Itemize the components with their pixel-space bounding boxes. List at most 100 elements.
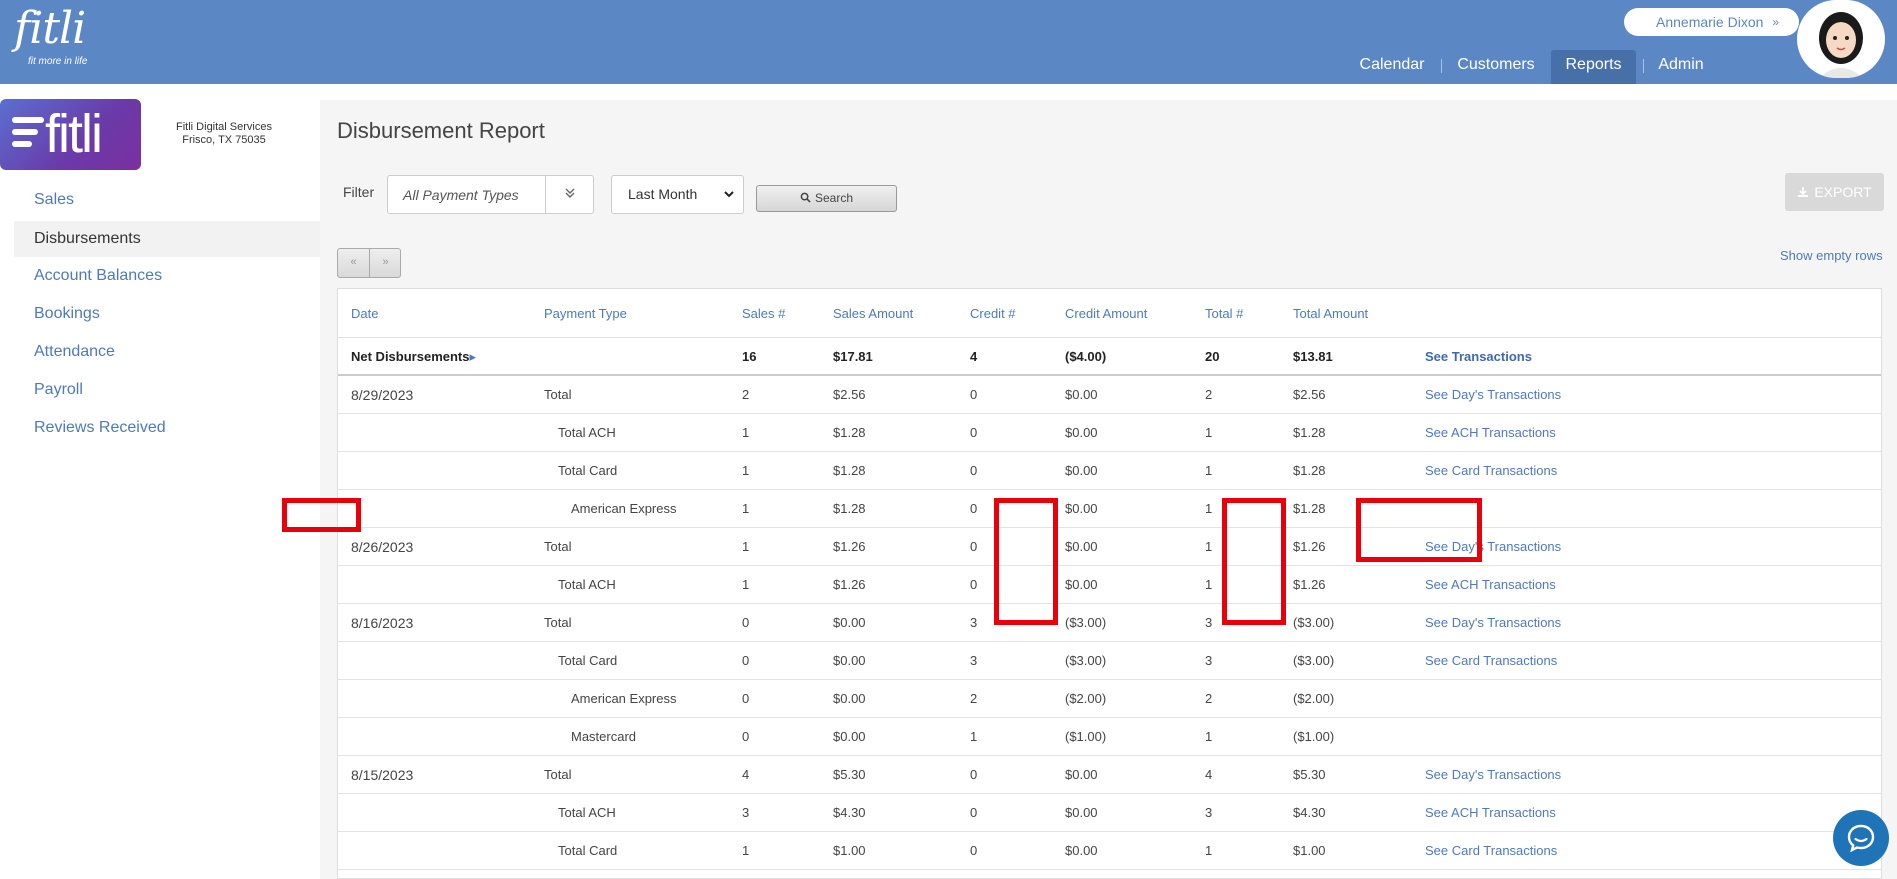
payment-type-select[interactable]: All Payment Types	[387, 175, 594, 214]
nav-reports[interactable]: Reports	[1551, 50, 1636, 84]
header-sales-amount[interactable]: Sales Amount	[833, 289, 913, 338]
credit-amount-cell: $0.00	[1065, 501, 1098, 516]
transactions-link[interactable]: See Day's Transactions	[1425, 528, 1561, 566]
credit-count-cell: 0	[970, 767, 978, 782]
export-button[interactable]: EXPORT	[1785, 173, 1884, 211]
net-total-amount: $13.81	[1293, 349, 1333, 364]
credit-count-cell: 0	[970, 539, 978, 554]
table-row: Total Card 0 $0.00 3 ($3.00) 3 ($3.00) See Card…	[338, 642, 1881, 680]
credit-count-cell: 3	[970, 653, 978, 668]
net-credit-count: 4	[970, 349, 978, 364]
transactions-link[interactable]: See Card Transactions	[1425, 642, 1557, 680]
filter-label: Filter	[343, 184, 375, 200]
search-icon	[800, 192, 811, 203]
table-row: 8/29/2023 Total 2 $2.56 0 $0.00 2 $2.56 See Day'…	[338, 376, 1881, 414]
download-icon	[1798, 187, 1809, 197]
credit-count-cell: 0	[970, 843, 978, 858]
export-label: EXPORT	[1814, 184, 1872, 200]
table-row: American Express 1 $1.28 0 $0.00 1 $1.28	[338, 490, 1881, 528]
sales-amount-cell: $4.30	[833, 805, 866, 820]
payment-type-placeholder: All Payment Types	[403, 187, 519, 203]
transactions-link[interactable]: See ACH Transactions	[1425, 566, 1556, 604]
transactions-link[interactable]: See Day's Transactions	[1425, 376, 1561, 414]
header-date[interactable]: Date	[351, 289, 378, 338]
total-amount-cell: ($3.00)	[1293, 653, 1335, 668]
total-count-cell: 1	[1205, 539, 1213, 554]
credit-amount-cell: $0.00	[1065, 767, 1098, 782]
credit-count-cell: 0	[970, 501, 978, 516]
transactions-link[interactable]: See Card Transactions	[1425, 452, 1557, 490]
sidebar-item-payroll[interactable]: Payroll	[14, 372, 320, 408]
sidebar-item-attendance[interactable]: Attendance	[14, 334, 320, 370]
sidebar-item-account-balances[interactable]: Account Balances	[14, 258, 320, 294]
filter-chevron-icon[interactable]	[545, 176, 593, 213]
sidebar-item-disbursements[interactable]: Disbursements	[14, 221, 320, 257]
payment-type-cell: Total	[544, 615, 572, 630]
user-name: Annemarie Dixon	[1656, 14, 1764, 30]
header-total-count[interactable]: Total #	[1205, 289, 1243, 338]
chat-button[interactable]	[1833, 810, 1889, 866]
see-transactions-link[interactable]: See Transactions	[1425, 338, 1532, 376]
sales-amount-cell: $0.00	[833, 691, 866, 706]
credit-amount-cell: ($3.00)	[1065, 615, 1107, 630]
table-header: Date Payment Type Sales # Sales Amount C…	[338, 289, 1881, 338]
header-total-amount[interactable]: Total Amount	[1293, 289, 1368, 338]
nav-admin[interactable]: Admin	[1652, 50, 1710, 84]
header-sales-count[interactable]: Sales #	[742, 289, 785, 338]
sales-count-cell: 1	[742, 577, 750, 592]
sales-amount-cell: $1.26	[833, 577, 866, 592]
sales-amount-cell: $1.28	[833, 463, 866, 478]
app-logo[interactable]: fitli fit more in life	[14, 3, 87, 68]
sales-count-cell: 0	[742, 653, 750, 668]
sidebar-item-reviews-received[interactable]: Reviews Received	[14, 410, 320, 446]
payment-type-cell: Total Card	[558, 843, 618, 858]
credit-amount-cell: ($1.00)	[1065, 729, 1107, 744]
caret-right-icon: ▸	[469, 349, 477, 364]
net-label: Net Disbursements	[351, 349, 470, 364]
sales-count-cell: 2	[742, 387, 750, 402]
payment-type-cell: Total	[544, 387, 572, 402]
payment-type-cell: Total ACH	[558, 805, 616, 820]
nav-customers[interactable]: Customers	[1452, 50, 1540, 84]
payment-type-cell: Total ACH	[558, 425, 616, 440]
nav-divider	[1441, 59, 1442, 73]
sidebar-item-sales[interactable]: Sales	[14, 182, 320, 218]
transactions-link[interactable]: See Card Transactions	[1425, 832, 1557, 870]
nav-calendar[interactable]: Calendar	[1352, 50, 1432, 84]
net-label-cell[interactable]: Net Disbursements▸	[351, 338, 476, 376]
app-logo-text: fitli	[14, 3, 86, 54]
company-location: Frisco, TX 75035	[182, 134, 266, 146]
sidebar-item-bookings[interactable]: Bookings	[14, 296, 320, 332]
transactions-link[interactable]: See ACH Transactions	[1425, 794, 1556, 832]
total-count-cell: 2	[1205, 387, 1213, 402]
total-amount-cell: $1.26	[1293, 539, 1326, 554]
header-payment-type[interactable]: Payment Type	[544, 289, 627, 338]
search-button[interactable]: Search	[756, 185, 897, 212]
transactions-link[interactable]: See ACH Transactions	[1425, 414, 1556, 452]
header-credit-amount[interactable]: Credit Amount	[1065, 289, 1147, 338]
period-select[interactable]: Last Month	[611, 175, 744, 214]
transactions-link[interactable]: See Day's Transactions	[1425, 756, 1561, 794]
show-empty-rows-link[interactable]: Show empty rows	[1780, 248, 1883, 263]
sales-amount-cell: $5.30	[833, 767, 866, 782]
header-credit-count[interactable]: Credit #	[970, 289, 1016, 338]
net-credit-amount: ($4.00)	[1065, 349, 1107, 364]
credit-count-cell: 0	[970, 425, 978, 440]
credit-count-cell: 0	[970, 463, 978, 478]
pager-next-button[interactable]: »	[370, 249, 401, 277]
user-menu[interactable]: Annemarie Dixon »	[1624, 8, 1799, 36]
net-sales-amount: $17.81	[833, 349, 873, 364]
sales-count-cell: 4	[742, 767, 750, 782]
avatar-icon[interactable]	[1797, 0, 1885, 78]
table-row: Total ACH 3 $4.30 0 $0.00 3 $4.30 See ACH Trans…	[338, 794, 1881, 832]
sales-amount-cell: $0.00	[833, 653, 866, 668]
total-amount-cell: $1.28	[1293, 501, 1326, 516]
date-cell: 8/26/2023	[351, 539, 414, 555]
pager: « »	[337, 248, 401, 278]
transactions-link[interactable]: See Day's Transactions	[1425, 604, 1561, 642]
pager-prev-button[interactable]: «	[338, 249, 369, 277]
sales-count-cell: 0	[742, 729, 750, 744]
date-cell: 8/16/2023	[351, 615, 414, 631]
total-amount-cell: $2.56	[1293, 387, 1326, 402]
total-count-cell: 1	[1205, 577, 1213, 592]
